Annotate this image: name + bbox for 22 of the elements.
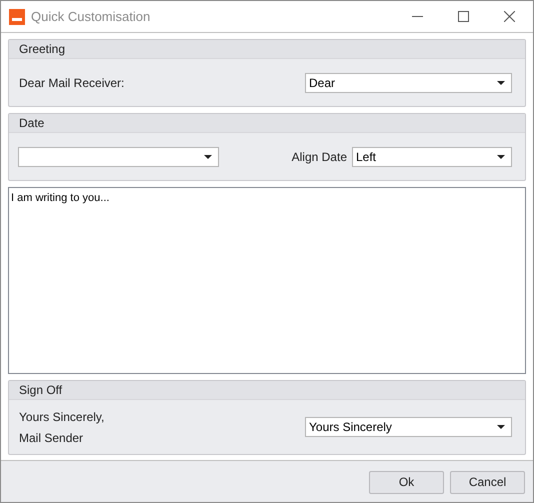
dialog-button[interactable]: Cancel — [450, 470, 525, 494]
field-label: Dear Mail Receiver: — [19, 74, 124, 92]
message-text-area[interactable]: I am writing to you... — [8, 187, 526, 374]
close-icon[interactable] — [504, 11, 515, 22]
dropdown-field[interactable]: Left — [352, 146, 512, 166]
caret-icon — [497, 425, 505, 429]
dropdown-field[interactable]: Yours Sincerely — [305, 417, 512, 437]
field-label: Align Date — [292, 148, 347, 166]
dropdown-field[interactable] — [18, 146, 219, 166]
field-label: Mail Sender — [19, 430, 84, 446]
dialog-button[interactable]: Ok — [369, 470, 444, 494]
maximize-icon[interactable] — [458, 11, 469, 22]
caret-icon — [497, 154, 505, 158]
app-icon — [9, 8, 25, 24]
caret-icon — [497, 80, 505, 84]
panel-title: Sign Off — [19, 382, 62, 399]
dropdown-field[interactable]: Dear — [305, 72, 512, 92]
caret-icon — [204, 154, 212, 158]
panel-title: Greeting — [19, 41, 66, 58]
panel-title: Date — [19, 115, 44, 132]
field-label: Yours Sincerely, — [19, 408, 104, 426]
window-title: Quick Customisation — [31, 8, 150, 26]
